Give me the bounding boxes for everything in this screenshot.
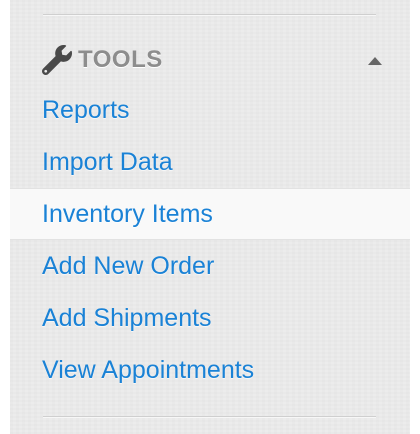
- menu-item-add-new-order[interactable]: Add New Order: [10, 240, 410, 292]
- tools-menu: Reports Import Data Inventory Items Add New…: [10, 84, 410, 396]
- menu-item-label[interactable]: Inventory Items: [42, 200, 213, 229]
- menu-item-label[interactable]: Add Shipments: [42, 304, 212, 333]
- wrench-icon: [42, 45, 72, 75]
- menu-item-label[interactable]: View Appointments: [42, 356, 254, 385]
- menu-item-import-data[interactable]: Import Data: [10, 136, 410, 188]
- menu-item-view-appointments[interactable]: View Appointments: [10, 344, 410, 396]
- menu-item-inventory-items[interactable]: Inventory Items: [10, 188, 410, 240]
- menu-item-label[interactable]: Reports: [42, 96, 130, 125]
- section-title: TOOLS: [78, 46, 163, 73]
- menu-item-reports[interactable]: Reports: [10, 84, 410, 136]
- menu-item-add-shipments[interactable]: Add Shipments: [10, 292, 410, 344]
- menu-item-label[interactable]: Add New Order: [42, 252, 214, 281]
- top-divider: [43, 14, 376, 16]
- bottom-divider: [43, 416, 376, 418]
- caret-up-icon[interactable]: [368, 57, 382, 65]
- tools-section-header[interactable]: TOOLS: [42, 40, 382, 80]
- sidebar-panel: TOOLS Reports Import Data Inventory Items A…: [10, 0, 410, 434]
- menu-item-label[interactable]: Import Data: [42, 148, 173, 177]
